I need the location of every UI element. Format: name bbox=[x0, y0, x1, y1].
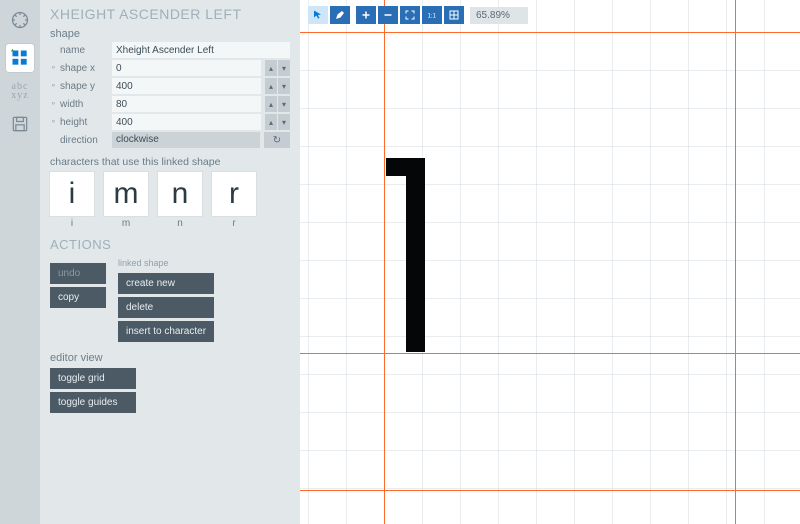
label-width: width bbox=[60, 99, 108, 110]
row-width: ⚬ width ▴▾ bbox=[50, 96, 290, 112]
pointer-icon bbox=[312, 9, 324, 21]
col-b-header: linked shape bbox=[118, 258, 214, 268]
shape-y-stepper[interactable]: ▴▾ bbox=[265, 78, 290, 94]
editor-view-label: editor view bbox=[50, 352, 290, 364]
tool-one-to-one[interactable]: 1:1 bbox=[422, 6, 442, 24]
label-direction: direction bbox=[60, 135, 108, 146]
lock-icon: ⚬ bbox=[50, 119, 56, 125]
plus-icon bbox=[360, 9, 372, 21]
canvas[interactable]: 1:1 65.89% bbox=[300, 0, 800, 524]
label-x: shape x bbox=[60, 63, 108, 74]
linked-chars-row: ii mm nn rr bbox=[50, 172, 290, 229]
insert-to-character-button[interactable]: insert to character bbox=[118, 321, 214, 342]
tool-toggle-grid[interactable] bbox=[444, 6, 464, 24]
row-height: ⚬ height ▴▾ bbox=[50, 114, 290, 130]
undo-button[interactable]: undo bbox=[50, 263, 106, 284]
direction-field: clockwise bbox=[112, 132, 260, 148]
actions-heading: ACTIONS bbox=[50, 237, 290, 252]
fit-icon bbox=[404, 9, 416, 21]
compass-icon bbox=[10, 10, 30, 30]
app: abcxyz XHEIGHT ASCENDER LEFT shape name … bbox=[0, 0, 800, 524]
linked-chars-label: characters that use this linked shape bbox=[50, 156, 290, 168]
tool-zoom-out[interactable] bbox=[378, 6, 398, 24]
row-direction: direction clockwise ↻ bbox=[50, 132, 290, 148]
tool-pointer[interactable] bbox=[308, 6, 328, 24]
properties-panel: XHEIGHT ASCENDER LEFT shape name ⚬ shape… bbox=[40, 0, 300, 524]
abc-icon: abcxyz bbox=[11, 82, 28, 100]
editor-view-section: editor view toggle grid toggle guides bbox=[50, 352, 290, 413]
tool-pen[interactable] bbox=[330, 6, 350, 24]
guide-baseline[interactable] bbox=[300, 353, 800, 354]
glyph-i[interactable]: i bbox=[50, 172, 94, 216]
canvas-toolbar: 1:1 65.89% bbox=[308, 6, 528, 24]
lock-icon: ⚬ bbox=[50, 83, 56, 89]
grid-small-icon bbox=[448, 9, 460, 21]
shape-section-label: shape bbox=[50, 28, 290, 40]
row-y: ⚬ shape y ▴▾ bbox=[50, 78, 290, 94]
width-field[interactable] bbox=[112, 96, 261, 112]
name-field[interactable] bbox=[112, 42, 290, 58]
label-height: height bbox=[60, 117, 108, 128]
pen-icon bbox=[334, 9, 346, 21]
glyph-caption: m bbox=[104, 218, 148, 229]
nav-save[interactable] bbox=[6, 110, 34, 138]
toggle-guides-button[interactable]: toggle guides bbox=[50, 392, 136, 413]
shape-x-field[interactable] bbox=[112, 60, 261, 76]
nav-properties[interactable] bbox=[6, 44, 34, 72]
height-stepper[interactable]: ▴▾ bbox=[265, 114, 290, 130]
lock-icon: ⚬ bbox=[50, 101, 56, 107]
row-x: ⚬ shape x ▴▾ bbox=[50, 60, 290, 76]
actions-columns: undo copy linked shape create new delete… bbox=[50, 258, 290, 342]
delete-button[interactable]: delete bbox=[118, 297, 214, 318]
label-y: shape y bbox=[60, 81, 108, 92]
tool-zoom-in[interactable] bbox=[356, 6, 376, 24]
glyph-r[interactable]: r bbox=[212, 172, 256, 216]
icon-rail: abcxyz bbox=[0, 0, 40, 524]
guide-right[interactable] bbox=[735, 0, 736, 524]
create-new-button[interactable]: create new bbox=[118, 273, 214, 294]
glyph-caption: n bbox=[158, 218, 202, 229]
row-name: name bbox=[50, 42, 290, 58]
one-to-one-icon: 1:1 bbox=[426, 9, 438, 21]
zoom-readout[interactable]: 65.89% bbox=[470, 7, 528, 24]
shape-y-field[interactable] bbox=[112, 78, 261, 94]
glyph-n[interactable]: n bbox=[158, 172, 202, 216]
lock-icon: ⚬ bbox=[50, 65, 56, 71]
save-icon bbox=[10, 114, 30, 134]
width-stepper[interactable]: ▴▾ bbox=[265, 96, 290, 112]
svg-text:1:1: 1:1 bbox=[428, 14, 437, 20]
height-field[interactable] bbox=[112, 114, 261, 130]
direction-toggle[interactable]: ↻ bbox=[264, 132, 290, 148]
guide-left[interactable] bbox=[384, 0, 385, 524]
glyph-caption: i bbox=[50, 218, 94, 229]
page-title: XHEIGHT ASCENDER LEFT bbox=[50, 6, 290, 22]
tool-fit[interactable] bbox=[400, 6, 420, 24]
copy-button[interactable]: copy bbox=[50, 287, 106, 308]
grid-icon bbox=[10, 48, 30, 68]
nav-glyphs[interactable]: abcxyz bbox=[6, 82, 34, 100]
glyph-caption: r bbox=[212, 218, 256, 229]
guide-ascender[interactable] bbox=[300, 32, 800, 33]
shape-x-stepper[interactable]: ▴▾ bbox=[265, 60, 290, 76]
guide-descender[interactable] bbox=[300, 490, 800, 491]
label-name: name bbox=[60, 45, 108, 56]
toggle-grid-button[interactable]: toggle grid bbox=[50, 368, 136, 389]
glyph-m[interactable]: m bbox=[104, 172, 148, 216]
canvas-grid bbox=[300, 0, 800, 524]
nav-compass[interactable] bbox=[6, 6, 34, 34]
minus-icon bbox=[382, 9, 394, 21]
